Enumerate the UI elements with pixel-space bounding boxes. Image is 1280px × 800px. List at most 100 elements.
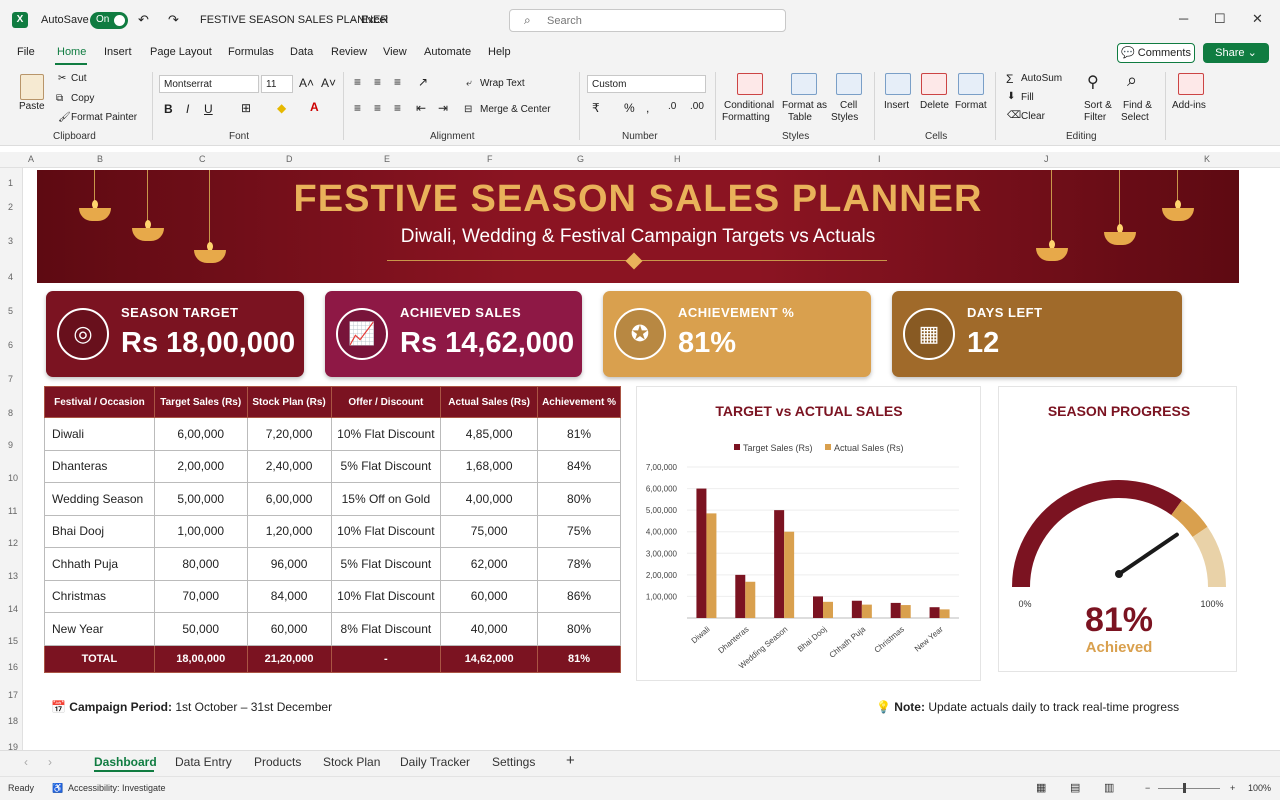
table-cell[interactable]: 70,000: [153, 579, 248, 613]
underline-icon[interactable]: U: [204, 102, 213, 116]
table-cell[interactable]: 40,000: [440, 612, 539, 646]
row-header[interactable]: 11: [8, 506, 17, 516]
accessibility-icon[interactable]: ♿: [52, 783, 63, 794]
font-name-select[interactable]: Montserrat: [159, 75, 259, 93]
row-header[interactable]: 1: [8, 178, 13, 188]
row-header[interactable]: 5: [8, 306, 13, 316]
menu-data[interactable]: Data: [290, 46, 313, 58]
column-header[interactable]: G: [577, 154, 584, 164]
bold-icon[interactable]: B: [164, 102, 173, 116]
table-cell[interactable]: 96,000: [246, 547, 332, 581]
row-header[interactable]: 14: [8, 604, 18, 614]
accessibility-status[interactable]: Accessibility: Investigate: [68, 783, 166, 793]
merge-center-button[interactable]: Merge & Center: [480, 104, 551, 115]
wrap-text-icon[interactable]: ⤶: [466, 78, 472, 89]
currency-icon[interactable]: ₹: [592, 101, 600, 115]
copy-icon[interactable]: ⧉: [56, 93, 63, 104]
sheet-tab-data-entry[interactable]: Data Entry: [175, 755, 232, 769]
add-sheet-icon[interactable]: +: [566, 752, 575, 769]
share-button[interactable]: Share ⌄: [1203, 43, 1269, 63]
italic-icon[interactable]: I: [186, 102, 189, 116]
column-header[interactable]: J: [1044, 154, 1049, 164]
table-cell[interactable]: 4,00,000: [440, 482, 539, 516]
table-cell[interactable]: 80%: [537, 612, 621, 646]
menu-file[interactable]: File: [17, 46, 35, 58]
row-header[interactable]: 9: [8, 440, 13, 450]
table-cell[interactable]: 86%: [537, 579, 621, 613]
zoom-level[interactable]: 100%: [1248, 783, 1271, 793]
page-break-view-icon[interactable]: ▥: [1104, 781, 1114, 794]
format-cells-icon[interactable]: [958, 73, 984, 95]
close-icon[interactable]: ✕: [1252, 11, 1263, 27]
zoom-slider[interactable]: [1158, 788, 1220, 789]
column-header[interactable]: F: [487, 154, 493, 164]
menu-home[interactable]: Home: [57, 46, 86, 58]
table-cell[interactable]: 78%: [537, 547, 621, 581]
zoom-out-icon[interactable]: −: [1145, 783, 1150, 793]
row-header[interactable]: 2: [8, 202, 13, 212]
increase-indent-icon[interactable]: ⇥: [438, 101, 448, 115]
clear-button[interactable]: Clear: [1021, 111, 1045, 122]
percent-icon[interactable]: %: [624, 101, 635, 115]
find-label[interactable]: Find &: [1123, 100, 1152, 111]
table-cell[interactable]: 10% Flat Discount: [330, 579, 442, 613]
table-cell[interactable]: 84,000: [246, 579, 332, 613]
row-header[interactable]: 17: [8, 690, 18, 700]
orientation-icon[interactable]: ↗: [418, 75, 428, 89]
conditional-formatting-icon[interactable]: [737, 73, 763, 95]
next-sheet-icon[interactable]: ›: [48, 755, 52, 769]
merge-center-icon[interactable]: ⊟: [464, 104, 472, 115]
table-cell[interactable]: 6,00,000: [153, 417, 248, 451]
table-cell[interactable]: 1,68,000: [440, 449, 539, 483]
table-total-cell[interactable]: -: [330, 644, 442, 673]
conditional-label[interactable]: Conditional: [724, 100, 774, 111]
table-cell[interactable]: 75%: [537, 514, 621, 548]
table-cell[interactable]: Diwali: [44, 417, 155, 451]
column-header[interactable]: I: [878, 154, 881, 164]
sort-filter-icon[interactable]: ⚲: [1087, 72, 1099, 92]
row-header[interactable]: 18: [8, 716, 18, 726]
menu-page-layout[interactable]: Page Layout: [150, 46, 212, 58]
column-header[interactable]: B: [97, 154, 103, 164]
row-header[interactable]: 8: [8, 408, 13, 418]
number-format-select[interactable]: Custom: [587, 75, 706, 93]
cut-button[interactable]: Cut: [71, 73, 87, 84]
comma-style-icon[interactable]: ,: [646, 101, 649, 115]
sheet-tab-daily-tracker[interactable]: Daily Tracker: [400, 755, 470, 769]
table-cell[interactable]: 81%: [537, 417, 621, 451]
table-cell[interactable]: 7,20,000: [246, 417, 332, 451]
maximize-icon[interactable]: ☐: [1214, 11, 1226, 27]
filter-label[interactable]: Filter: [1084, 112, 1106, 123]
fill-icon[interactable]: ⬇: [1007, 91, 1015, 102]
table-cell[interactable]: New Year: [44, 612, 155, 646]
table-total-cell[interactable]: 14,62,000: [440, 644, 539, 673]
add-ins-button[interactable]: Add-ins: [1172, 100, 1206, 111]
sheet-tab-dashboard[interactable]: Dashboard: [94, 755, 157, 769]
copy-button[interactable]: Copy: [71, 93, 94, 104]
menu-view[interactable]: View: [383, 46, 407, 58]
table-header[interactable]: Target Sales (Rs): [153, 386, 248, 418]
table-header[interactable]: Actual Sales (Rs): [440, 386, 539, 418]
row-header[interactable]: 15: [8, 636, 18, 646]
insert-cells-icon[interactable]: [885, 73, 911, 95]
format-as-table-icon[interactable]: [791, 73, 817, 95]
decrease-indent-icon[interactable]: ⇤: [416, 101, 426, 115]
row-header[interactable]: 10: [8, 473, 18, 483]
table-cell[interactable]: 75,000: [440, 514, 539, 548]
table-cell[interactable]: 10% Flat Discount: [330, 514, 442, 548]
table-cell[interactable]: 5% Flat Discount: [330, 547, 442, 581]
align-bottom-icon[interactable]: ≡: [394, 75, 401, 89]
table-cell[interactable]: 84%: [537, 449, 621, 483]
table-cell[interactable]: 4,85,000: [440, 417, 539, 451]
table-cell[interactable]: 1,20,000: [246, 514, 332, 548]
table-total-cell[interactable]: 21,20,000: [246, 644, 332, 673]
format-as-label[interactable]: Format as: [782, 100, 827, 111]
cell-styles-label[interactable]: Styles: [831, 112, 858, 123]
formatting-label[interactable]: Formatting: [722, 112, 770, 123]
table-cell[interactable]: 60,000: [246, 612, 332, 646]
table-header[interactable]: Achievement %: [537, 386, 621, 418]
delete-cells-button[interactable]: Delete: [920, 100, 949, 111]
insert-cells-button[interactable]: Insert: [884, 100, 909, 111]
table-header[interactable]: Offer / Discount: [330, 386, 442, 418]
decrease-font-icon[interactable]: A˅: [321, 76, 336, 90]
